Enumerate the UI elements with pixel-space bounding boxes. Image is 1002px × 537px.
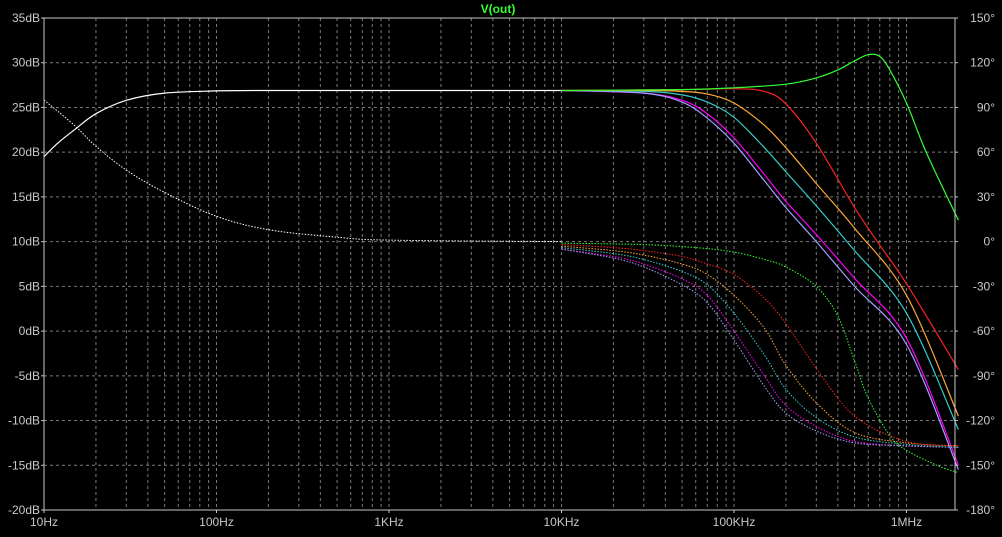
y-right-tick-label: 30° (977, 190, 995, 204)
plot-background (0, 0, 1002, 537)
y-right-tick-label: -120° (966, 414, 995, 428)
y-right-tick-label: -30° (973, 279, 995, 293)
x-tick-label: 10KHz (543, 515, 579, 529)
y-right-tick-label: 150° (970, 11, 995, 25)
x-tick-label: 100Hz (199, 515, 234, 529)
y-left-tick-label: 5dB (19, 279, 40, 293)
y-right-tick-label: 0° (984, 235, 996, 249)
y-right-tick-label: 60° (977, 145, 995, 159)
y-right-tick-label: 90° (977, 100, 995, 114)
x-tick-label: 10Hz (30, 515, 58, 529)
y-right-tick-label: -90° (973, 369, 995, 383)
y-left-tick-label: 30dB (12, 56, 40, 70)
y-left-tick-label: 15dB (12, 190, 40, 204)
y-right-tick-label: -60° (973, 324, 995, 338)
y-left-tick-label: 20dB (12, 145, 40, 159)
y-left-tick-label: -15dB (8, 458, 40, 472)
y-left-tick-label: 35dB (12, 11, 40, 25)
bode-plot: V(out) 35dB 30dB 25dB 20dB 15dB 10dB 5dB 0dB -5d… (0, 0, 1002, 537)
y-left-tick-label: -10dB (8, 414, 40, 428)
x-tick-label: 1MHz (891, 515, 922, 529)
y-left-tick-label: 25dB (12, 100, 40, 114)
y-left-tick-label: -5dB (15, 369, 40, 383)
chart-title: V(out) (481, 2, 516, 16)
y-left-tick-label: 0dB (19, 324, 40, 338)
y-right-tick-label: -150° (966, 458, 995, 472)
y-right-tick-label: -180° (966, 503, 995, 517)
y-right-tick-label: 120° (970, 56, 995, 70)
y-left-tick-label: 10dB (12, 235, 40, 249)
x-tick-label: 1KHz (374, 515, 403, 529)
x-tick-label: 100KHz (713, 515, 756, 529)
